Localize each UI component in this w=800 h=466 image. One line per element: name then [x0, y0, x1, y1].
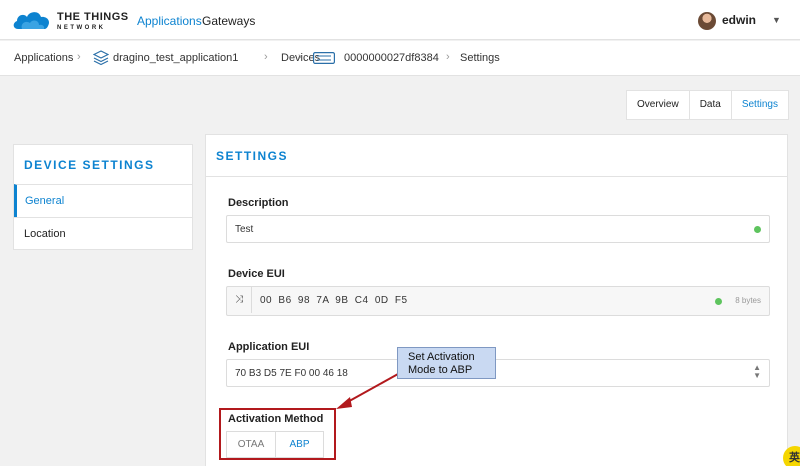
top-bar: THE THINGS NETWORK Applications Gateways… — [0, 0, 800, 40]
tab-data[interactable]: Data — [690, 91, 732, 119]
sidebar-item-location[interactable]: Location — [14, 217, 192, 250]
description-label: Description — [228, 197, 289, 209]
application-eui-label: Application EUI — [228, 341, 310, 353]
breadcrumb-settings: Settings — [460, 52, 500, 64]
device-icon — [313, 52, 335, 64]
chevron-right-icon: › — [298, 51, 302, 63]
chevron-right-icon: › — [446, 51, 450, 63]
avatar[interactable] — [698, 12, 716, 30]
byte-count: 8 bytes — [735, 296, 761, 305]
application-eui-select[interactable]: 70 B3 D5 7E F0 00 46 18 ▲ ▼ — [226, 359, 770, 387]
breadcrumb: Applications › dragino_test_application1… — [0, 41, 800, 76]
breadcrumb-applications[interactable]: Applications — [14, 52, 73, 64]
user-name[interactable]: edwin — [722, 13, 756, 27]
shuffle-icon[interactable]: ⤨ — [227, 287, 252, 313]
device-eui-field[interactable]: ⤨ 00 B6 98 7A 9B C4 0D F5 8 bytes — [226, 286, 770, 316]
sidebar-title: DEVICE SETTINGS — [24, 158, 155, 172]
chevron-right-icon: › — [264, 51, 268, 63]
device-eui-label: Device EUI — [228, 268, 285, 280]
description-field[interactable]: Test — [226, 215, 770, 243]
annotation-highlight-box — [219, 408, 336, 460]
brand-sub: NETWORK — [57, 25, 106, 31]
tab-settings[interactable]: Settings — [732, 91, 788, 119]
brand-name: THE THINGS — [57, 11, 129, 23]
settings-title: SETTINGS — [216, 149, 289, 163]
device-tabs: Overview Data Settings — [626, 90, 789, 120]
device-eui-value: 00 B6 98 7A 9B C4 0D F5 — [260, 295, 408, 306]
callout-line-2: Mode to ABP — [408, 364, 473, 376]
nav-applications[interactable]: Applications — [137, 14, 202, 28]
tab-overview[interactable]: Overview — [627, 91, 690, 119]
chevron-down-icon[interactable]: ▼ — [772, 15, 781, 25]
settings-header: SETTINGS — [206, 135, 787, 177]
breadcrumb-device[interactable]: 0000000027df8384 — [344, 52, 439, 64]
nav-gateways[interactable]: Gateways — [202, 14, 255, 28]
valid-check-icon — [715, 298, 722, 305]
annotation-arrow-icon — [336, 373, 399, 409]
chevron-right-icon: › — [77, 51, 81, 63]
select-arrows-icon: ▲ ▼ — [753, 363, 761, 380]
device-settings-sidebar: DEVICE SETTINGS General Location — [13, 144, 193, 250]
valid-check-icon — [754, 226, 761, 233]
brand-wordmark[interactable]: THE THINGS NETWORK — [57, 12, 129, 33]
ime-indicator[interactable]: 英 — [783, 446, 800, 466]
sidebar-item-general[interactable]: General — [14, 184, 192, 217]
ttn-cloud-logo-icon[interactable] — [12, 9, 52, 31]
description-value: Test — [235, 224, 254, 235]
callout-line-1: Set Activation — [408, 351, 475, 363]
annotation-callout: Set Activation Mode to ABP — [397, 347, 496, 379]
stack-icon — [93, 50, 109, 66]
breadcrumb-application[interactable]: dragino_test_application1 — [113, 52, 238, 64]
